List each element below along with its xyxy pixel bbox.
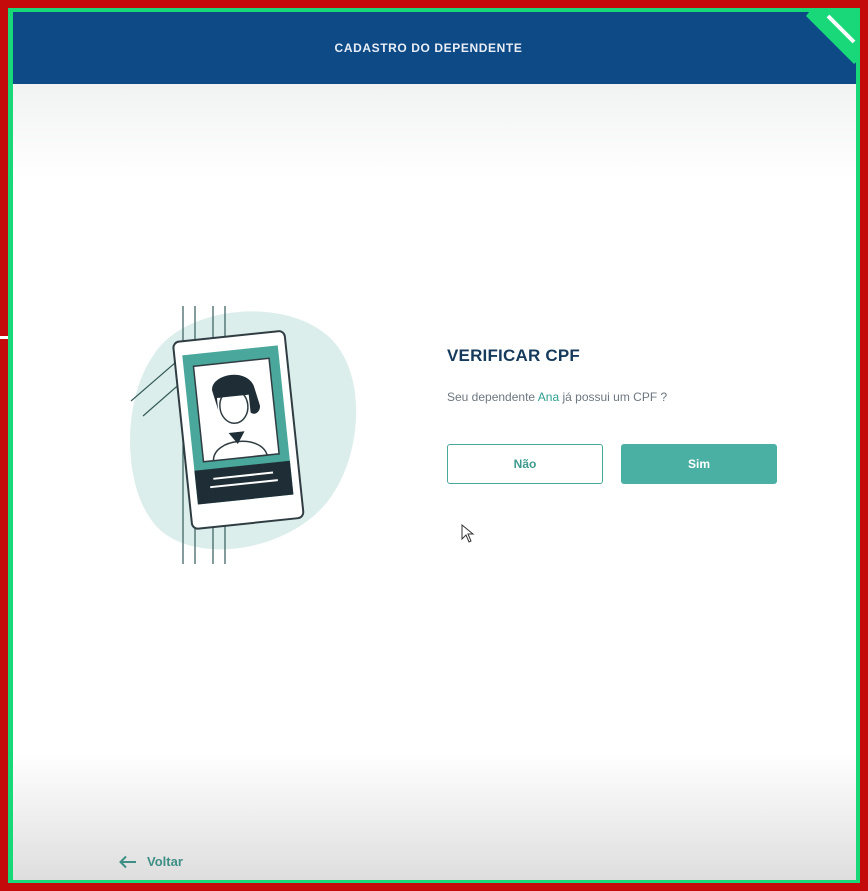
id-card-illustration [130,306,357,564]
answer-buttons: Não Sim [447,444,787,484]
back-link[interactable]: Voltar [119,854,183,869]
arrow-left-icon [119,855,136,868]
verify-cpf-section: VERIFICAR CPF Seu dependente Ana já poss… [447,346,787,484]
yes-button[interactable]: Sim [621,444,777,484]
app-screen: CADASTRO DO DEPENDENTE VERIFICAR CPF Seu… [13,12,856,880]
question-suffix: já possui um CPF ? [562,390,668,404]
verify-question: Seu dependente Ana já possui um CPF ? [447,390,787,404]
main-content: VERIFICAR CPF Seu dependente Ana já poss… [13,84,856,880]
expand-icon[interactable] [800,12,856,70]
verify-title: VERIFICAR CPF [447,346,580,365]
edge-mark [0,336,8,339]
header-bar: CADASTRO DO DEPENDENTE [13,12,856,84]
mouse-cursor-icon [461,524,475,543]
back-label: Voltar [147,854,183,869]
dependent-name: Ana [537,390,560,404]
page-title: CADASTRO DO DEPENDENTE [334,41,523,55]
question-prefix: Seu dependente [447,390,536,404]
no-button[interactable]: Não [447,444,603,484]
